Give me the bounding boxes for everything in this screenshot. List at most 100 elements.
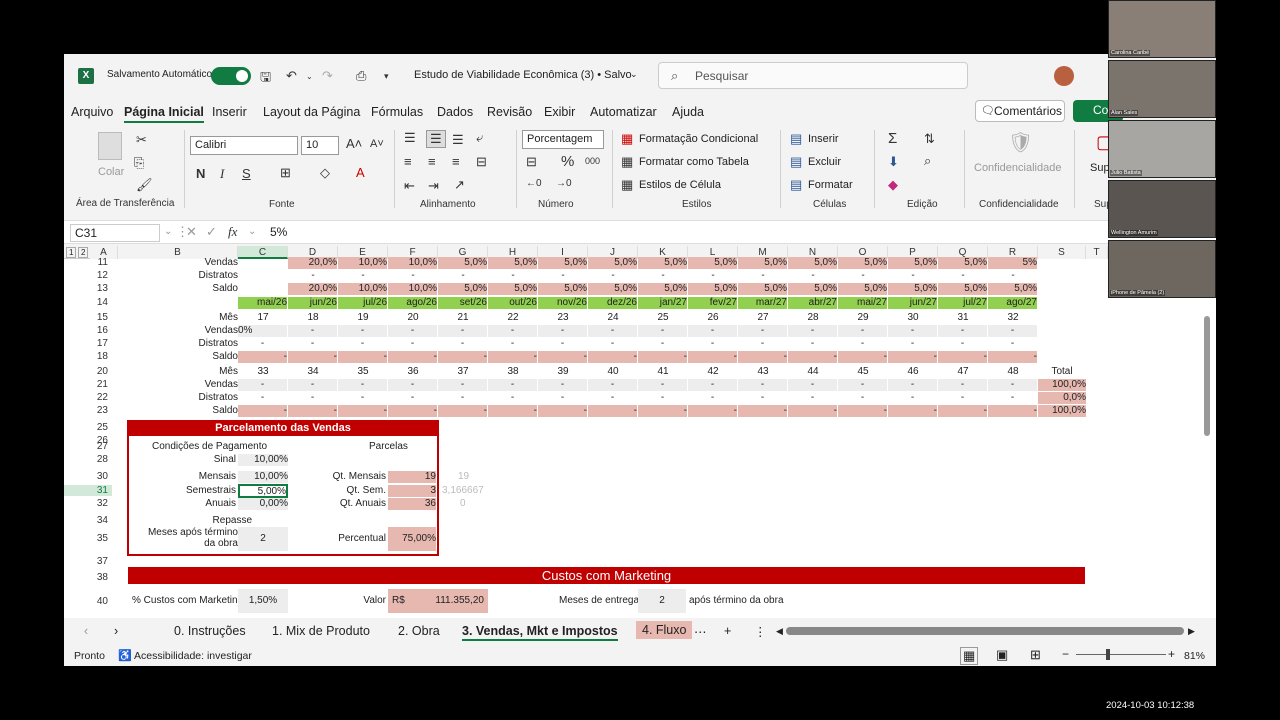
distratos-cell[interactable]: - (538, 270, 588, 282)
value-cell[interactable]: - (288, 392, 337, 404)
save-icon[interactable]: 🖫 (260, 68, 271, 90)
row-label[interactable]: Saldo (118, 351, 238, 363)
value-cell[interactable]: - (438, 392, 487, 404)
value-cell[interactable]: - (288, 379, 337, 391)
distratos-cell[interactable]: - (488, 270, 538, 282)
value-cell[interactable]: - (938, 351, 987, 363)
value-cell[interactable]: - (988, 379, 1037, 391)
delete-cells-icon[interactable]: ▤ (790, 154, 802, 170)
value-cell[interactable]: - (738, 392, 787, 404)
value-cell[interactable]: - (838, 405, 887, 417)
scroll-left-icon[interactable]: ◀ (776, 626, 783, 637)
find-select-icon[interactable]: ⌕ (924, 153, 931, 169)
sheet-tab-instrucoes[interactable]: 0. Instruções (174, 624, 246, 638)
row-header[interactable]: 32 (64, 498, 112, 509)
insert-cells-icon[interactable]: ▤ (790, 131, 802, 147)
currency-icon[interactable]: ⊟ (526, 154, 537, 170)
value-cell[interactable]: - (488, 379, 537, 391)
decrease-font-icon[interactable]: A˅ (370, 138, 384, 150)
month-number-cell[interactable]: 23 (538, 312, 588, 324)
distratos-cell[interactable]: - (338, 270, 388, 282)
value-cell[interactable]: - (338, 379, 387, 391)
value-cell[interactable]: - (388, 379, 437, 391)
decrease-decimal-icon[interactable]: →0 (556, 178, 572, 189)
row-header[interactable]: 22 (64, 392, 112, 403)
redo-icon[interactable]: ↷ (322, 68, 333, 84)
saldo-pct-cell[interactable]: 5,0% (538, 283, 587, 295)
customize-toolbar-icon[interactable]: ▾ (384, 71, 389, 82)
month-cell[interactable]: mai/26 (238, 297, 287, 309)
enter-icon[interactable]: ✓ (206, 224, 217, 240)
month-number-cell[interactable]: 46 (888, 366, 938, 378)
cell-styles-icon[interactable]: ▦ (621, 177, 633, 193)
tab-inserir[interactable]: Inserir (212, 105, 247, 119)
align-top-icon[interactable]: ☰ (404, 130, 416, 146)
print-preview-icon[interactable]: ⎙ (356, 68, 366, 84)
value-cell[interactable]: - (688, 405, 737, 417)
saldo-pct-cell[interactable]: 5,0% (838, 283, 887, 295)
search-box[interactable]: ⌕ Pesquisar (658, 62, 968, 89)
conditional-format-button[interactable]: Formatação Condicional (639, 133, 758, 145)
month-number-cell[interactable]: 22 (488, 312, 538, 324)
fill-icon[interactable]: ⬇ (888, 154, 899, 170)
month-cell[interactable]: out/26 (488, 297, 537, 309)
value-cell[interactable]: - (638, 351, 687, 363)
value-cell[interactable]: - (388, 325, 437, 337)
vertical-scrollbar[interactable] (1202, 246, 1212, 616)
value-cell[interactable]: - (438, 351, 487, 363)
merge-center-icon[interactable]: ⊟ (476, 154, 487, 170)
page-break-view-icon[interactable]: ⊞ (1030, 647, 1041, 663)
format-cells-button[interactable]: Formatar (808, 179, 853, 191)
value-cell[interactable]: - (238, 405, 287, 417)
value-cell[interactable]: - (738, 338, 787, 350)
month-cell[interactable]: mar/27 (738, 297, 787, 309)
value-cell[interactable]: - (488, 338, 537, 350)
thousands-separator-icon[interactable]: 000 (585, 156, 600, 166)
tab-automatizar[interactable]: Automatizar (590, 105, 657, 119)
value-cell[interactable]: - (838, 392, 887, 404)
month-number-cell[interactable]: 32 (988, 312, 1038, 324)
value-cell[interactable]: - (388, 338, 437, 350)
value-cell[interactable]: - (388, 351, 437, 363)
value-cell[interactable]: - (888, 351, 937, 363)
value-cell[interactable]: - (638, 405, 687, 417)
percent-icon[interactable]: % (561, 153, 574, 170)
row-label[interactable]: Distratos (118, 338, 238, 350)
bold-icon[interactable]: N (196, 166, 205, 181)
undo-dropdown-icon[interactable]: ⌄ (306, 72, 313, 81)
total-header[interactable]: Total (1038, 366, 1086, 378)
row-header[interactable]: 16 (64, 325, 112, 336)
horizontal-scroll-thumb[interactable] (786, 627, 1184, 635)
distratos-cell[interactable]: - (438, 270, 488, 282)
saldo-pct-cell[interactable]: 5,0% (788, 283, 837, 295)
row-header[interactable]: 20 (64, 366, 112, 377)
sales-pct-cell[interactable]: 20,0% (288, 257, 337, 269)
more-sheets-icon[interactable]: ⋯ (694, 624, 707, 639)
value-cell[interactable]: - (488, 351, 537, 363)
cancel-icon[interactable]: ✕ (186, 224, 197, 240)
cut-icon[interactable]: ✂ (136, 132, 147, 148)
column-header-s[interactable]: S (1038, 246, 1086, 259)
saldo-pct-cell[interactable]: 5,0% (588, 283, 637, 295)
vendas-cell[interactable]: 0% (238, 325, 287, 337)
month-number-cell[interactable]: 39 (538, 366, 588, 378)
saldo-pct-cell[interactable]: 5,0% (488, 283, 537, 295)
page-layout-view-icon[interactable]: ▣ (996, 647, 1008, 663)
sales-pct-cell[interactable]: 5,0% (438, 257, 487, 269)
value-cell[interactable]: - (888, 379, 937, 391)
saldo-pct-cell[interactable]: 5,0% (888, 283, 937, 295)
row-header[interactable]: 34 (64, 515, 112, 526)
value-cell[interactable]: - (888, 338, 937, 350)
paste-icon[interactable] (98, 132, 122, 160)
value-cell[interactable]: - (538, 325, 587, 337)
value-cell[interactable]: - (788, 405, 837, 417)
value-cell[interactable]: - (438, 379, 487, 391)
value-cell[interactable]: - (588, 405, 637, 417)
function-dropdown-icon[interactable]: ⌄ (248, 226, 256, 237)
value-cell[interactable]: - (938, 392, 987, 404)
month-cell[interactable]: set/26 (438, 297, 487, 309)
value-cell[interactable]: - (288, 325, 337, 337)
value-cell[interactable]: - (338, 392, 387, 404)
user-avatar[interactable] (1054, 66, 1074, 86)
value-cell[interactable]: - (838, 325, 887, 337)
